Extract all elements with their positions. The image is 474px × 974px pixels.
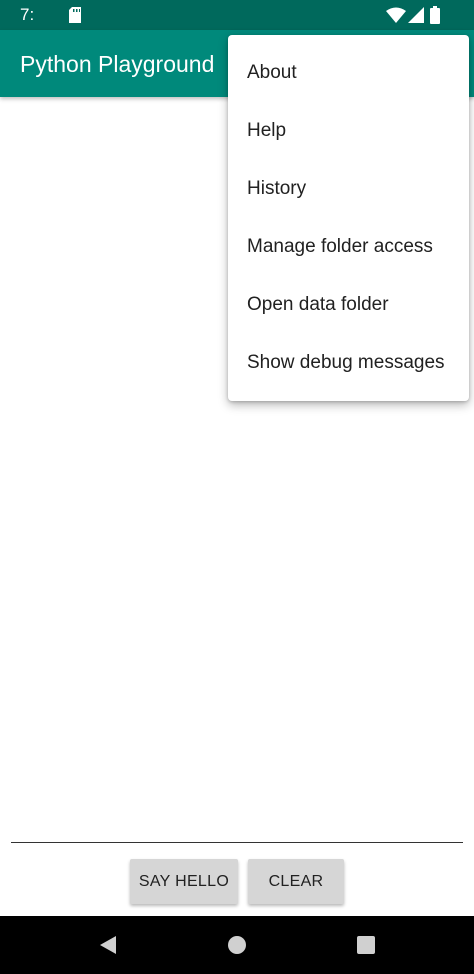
menu-item-manage-folder-access[interactable]: Manage folder access xyxy=(228,218,469,276)
status-bar: 7: xyxy=(0,0,474,30)
screen: 7: Python Playground About Help History … xyxy=(0,0,474,974)
battery-icon xyxy=(430,6,440,24)
recents-icon[interactable] xyxy=(357,936,375,954)
cell-signal-icon xyxy=(408,7,424,23)
back-icon[interactable] xyxy=(98,935,118,955)
menu-item-open-data-folder[interactable]: Open data folder xyxy=(228,276,469,334)
status-time: 7: xyxy=(20,5,35,24)
clear-button[interactable]: CLEAR xyxy=(248,859,344,904)
menu-item-history[interactable]: History xyxy=(228,160,469,218)
menu-item-about[interactable]: About xyxy=(228,44,469,102)
home-icon[interactable] xyxy=(227,935,247,955)
say-hello-button[interactable]: SAY HELLO xyxy=(130,859,238,904)
wifi-icon xyxy=(386,7,406,23)
menu-item-help[interactable]: Help xyxy=(228,102,469,160)
overflow-menu: About Help History Manage folder access … xyxy=(228,35,469,401)
menu-item-show-debug-messages[interactable]: Show debug messages xyxy=(228,334,469,392)
nav-bar xyxy=(0,916,474,974)
sd-card-icon xyxy=(69,7,81,23)
app-title: Python Playground xyxy=(20,51,215,77)
output-divider xyxy=(11,842,463,843)
